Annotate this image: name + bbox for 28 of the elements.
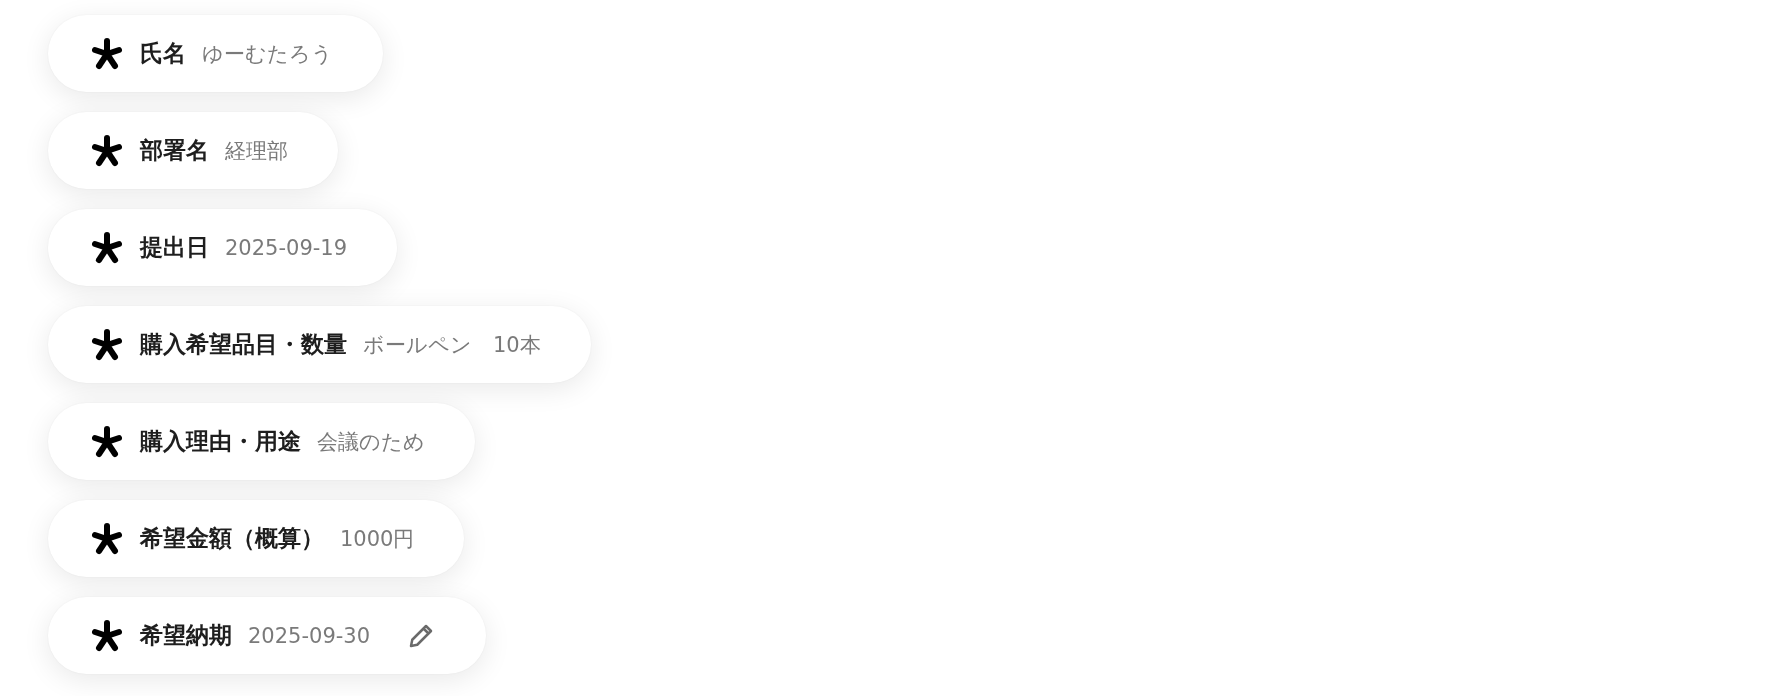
field-value: 経理部 (225, 137, 288, 165)
asterisk-icon (90, 230, 124, 265)
field-value: 2025-09-30 (248, 623, 371, 648)
form-field-chip[interactable]: 部署名 経理部 (48, 112, 338, 189)
field-value: 会議のため (317, 428, 425, 456)
asterisk-icon (90, 424, 124, 459)
field-value: 2025-09-19 (225, 235, 348, 260)
form-field-chip[interactable]: 希望金額（概算） 1000円 (48, 500, 465, 577)
field-value: ボールペン 10本 (363, 331, 541, 359)
field-label: 希望金額（概算） (140, 524, 324, 553)
field-label: 希望納期 (140, 621, 232, 650)
form-field-chip[interactable]: 購入理由・用途 会議のため (48, 403, 475, 480)
form-field-chip[interactable]: 氏名 ゆーむたろう (48, 15, 383, 92)
field-label: 部署名 (140, 136, 209, 165)
field-label: 提出日 (140, 233, 209, 262)
field-value: ゆーむたろう (202, 40, 333, 68)
asterisk-icon (90, 36, 124, 71)
field-value: 1000円 (340, 525, 415, 553)
field-label: 購入理由・用途 (140, 427, 301, 456)
form-field-chip[interactable]: 購入希望品目・数量 ボールペン 10本 (48, 306, 591, 383)
asterisk-icon (90, 133, 124, 168)
asterisk-icon (90, 521, 124, 556)
field-label: 氏名 (140, 39, 186, 68)
asterisk-icon (90, 618, 124, 653)
asterisk-icon (90, 327, 124, 362)
form-field-chip[interactable]: 希望納期 2025-09-30 (48, 597, 487, 674)
form-field-chip[interactable]: 提出日 2025-09-19 (48, 209, 398, 286)
field-label: 購入希望品目・数量 (140, 330, 347, 359)
